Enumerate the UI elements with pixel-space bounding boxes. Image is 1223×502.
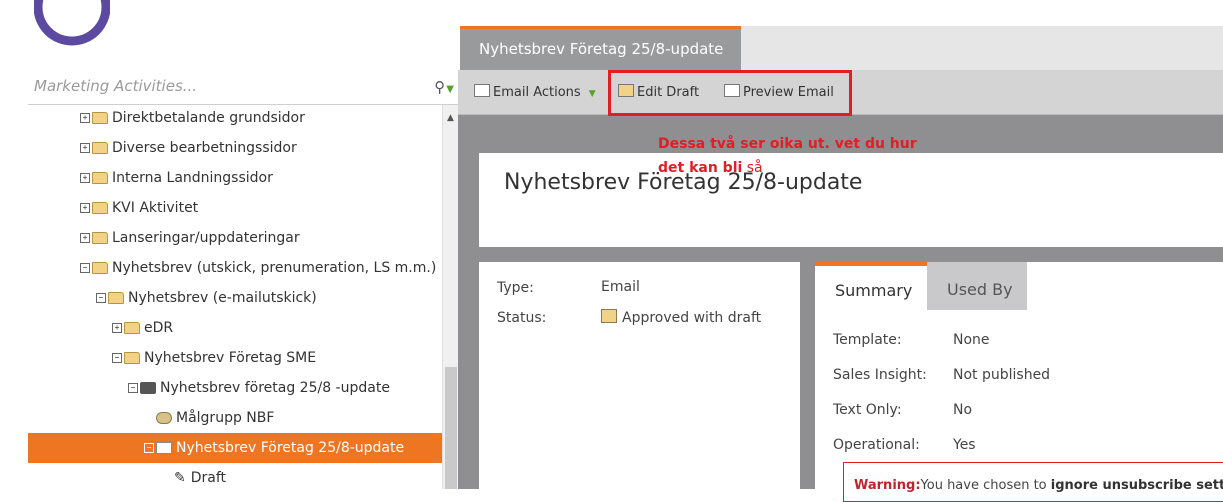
tree-node[interactable]: Målgrupp NBF: [156, 403, 274, 433]
tree-node[interactable]: + Lanseringar/uppdateringar: [80, 223, 300, 253]
email-actions-label: Email Actions: [493, 85, 581, 100]
annotation-line-1: Dessa två ser oika ut. vet du hur: [658, 136, 917, 152]
tab-bar: Nyhetsbrev Företag 25/8-update: [458, 0, 1223, 70]
tree-node-label: Nyhetsbrev Företag SME: [144, 350, 317, 366]
status-text: Approved with draft: [622, 310, 762, 326]
folder-icon: [92, 112, 108, 124]
expand-icon[interactable]: +: [80, 233, 90, 243]
expand-icon[interactable]: +: [80, 113, 90, 123]
list-icon: [156, 412, 172, 424]
template-value: None: [953, 332, 990, 348]
left-panel: Marketing Activities... ⚲▼ + Direktbetala…: [0, 0, 459, 489]
tree-node[interactable]: − Nyhetsbrev (e-mailutskick): [96, 283, 317, 313]
summary-tabs: Summary Used By: [815, 262, 1223, 310]
warning-box: Warning:You have chosen to ignore unsubs…: [843, 462, 1223, 502]
warning-prefix: Warning:: [854, 478, 921, 493]
annotation-normal: så: [742, 160, 763, 176]
expand-icon[interactable]: +: [112, 323, 122, 333]
warning-bold: ignore unsubscribe settin: [1050, 478, 1223, 493]
email-icon: [156, 442, 172, 454]
tree-node[interactable]: − Nyhetsbrev (utskick, prenumeration, LS …: [80, 253, 436, 283]
tab-bar-fill: [741, 26, 1223, 70]
type-value: Email: [601, 279, 640, 295]
draft-status-icon: [601, 309, 617, 323]
scroll-thumb[interactable]: [445, 367, 457, 489]
collapse-icon[interactable]: −: [128, 383, 138, 393]
info-card: Type: Email Status: Approved with draft: [479, 262, 800, 489]
toolbar: Email Actions ▼ Edit Draft Preview Email: [458, 70, 1223, 116]
tree-node[interactable]: + eDR: [112, 313, 173, 343]
tree-node-label: Direktbetalande grundsidor: [112, 110, 305, 126]
scroll-up-icon[interactable]: ▲: [447, 113, 454, 123]
logo: [34, 0, 110, 46]
tree-node-label: KVI Aktivitet: [112, 200, 199, 216]
tree-node-label: Nyhetsbrev Företag 25/8-update: [176, 440, 405, 456]
search-input[interactable]: Marketing Activities...: [34, 77, 197, 95]
tree-scrollbar[interactable]: ▲: [442, 105, 459, 489]
tree-node[interactable]: + Interna Landningssidor: [80, 163, 273, 193]
folder-icon: [92, 142, 108, 154]
tree-node-label: eDR: [144, 320, 174, 336]
tree-node[interactable]: + Direktbetalande grundsidor: [80, 105, 305, 133]
expand-icon[interactable]: +: [80, 203, 90, 213]
collapse-icon[interactable]: −: [112, 353, 122, 363]
tree-node-label: Diverse bearbetningssidor: [112, 140, 297, 156]
status-value: Approved with draft: [601, 309, 761, 326]
expand-icon[interactable]: +: [80, 173, 90, 183]
tab-used-by[interactable]: Used By: [927, 262, 1027, 310]
folder-open-icon: [108, 292, 124, 304]
folder-icon: [92, 172, 108, 184]
collapse-icon[interactable]: −: [144, 443, 154, 453]
tree-node-label: Nyhetsbrev (e-mailutskick): [128, 290, 317, 306]
tree-node[interactable]: − Nyhetsbrev företag 25/8 -update: [128, 373, 390, 403]
program-icon: [140, 382, 156, 394]
main-panel: Nyhetsbrev Företag 25/8-update Email Act…: [458, 0, 1223, 502]
operational-value: Yes: [953, 437, 976, 453]
filter-tool-icon[interactable]: ⚲▼: [434, 78, 454, 96]
annotation-line-2: det kan bli så: [658, 156, 917, 180]
tree-node[interactable]: + Diverse bearbetningssidor: [80, 133, 297, 163]
tab-summary[interactable]: Summary: [815, 262, 927, 310]
pencil-icon: ✎: [174, 470, 186, 486]
folder-icon: [92, 202, 108, 214]
dropdown-icon: ▼: [588, 89, 596, 99]
search-bar[interactable]: Marketing Activities... ⚲▼: [28, 70, 458, 105]
tree-node[interactable]: ✎ Draft: [174, 463, 226, 489]
tree-node-label: Nyhetsbrev (utskick, prenumeration, LS m…: [112, 260, 437, 276]
type-label: Type:: [497, 280, 534, 296]
annotation-highlight-box: [608, 70, 852, 116]
tree-node-label: Nyhetsbrev företag 25/8 -update: [160, 380, 390, 396]
sales-insight-value: Not published: [953, 367, 1051, 383]
annotation-bold: det kan bli: [658, 160, 743, 176]
text-only-label: Text Only:: [833, 402, 902, 418]
expand-icon[interactable]: +: [80, 143, 90, 153]
summary-card: Summary Used By Template: None Sales Ins…: [815, 262, 1223, 502]
tree-node-label: Lanseringar/uppdateringar: [112, 230, 300, 246]
sales-insight-label: Sales Insight:: [833, 367, 927, 383]
folder-icon: [124, 322, 140, 334]
operational-label: Operational:: [833, 437, 920, 453]
collapse-icon[interactable]: −: [80, 263, 90, 273]
folder-open-icon: [124, 352, 140, 364]
warning-text: You have chosen to: [920, 478, 1051, 493]
text-only-value: No: [953, 402, 973, 418]
status-label: Status:: [497, 310, 547, 326]
folder-icon: [92, 232, 108, 244]
tree-node-label: Draft: [190, 470, 227, 486]
folder-open-icon: [92, 262, 108, 274]
annotation-text: Dessa två ser oika ut. vet du hur det ka…: [658, 132, 917, 180]
tree-node-selected[interactable]: − Nyhetsbrev Företag 25/8-update: [28, 433, 442, 463]
collapse-icon[interactable]: −: [96, 293, 106, 303]
tree-node[interactable]: − Nyhetsbrev Företag SME: [112, 343, 316, 373]
tree-node-label: Målgrupp NBF: [176, 410, 275, 426]
tree-view: + Direktbetalande grundsidor + Diverse bea…: [28, 105, 442, 489]
email-actions-button[interactable]: Email Actions ▼: [474, 84, 596, 100]
template-label: Template:: [833, 332, 902, 348]
tree-node[interactable]: + KVI Aktivitet: [80, 193, 198, 223]
tab-email[interactable]: Nyhetsbrev Företag 25/8-update: [460, 26, 741, 70]
email-icon: [474, 84, 490, 97]
tree-node-label: Interna Landningssidor: [112, 170, 273, 186]
